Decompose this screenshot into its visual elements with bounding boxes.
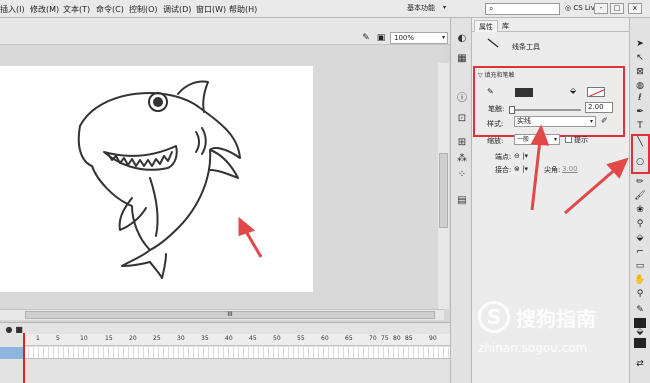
- arrow-to-line-tool: [564, 165, 619, 215]
- sogou-logo-icon: S: [478, 301, 510, 333]
- arrow-head: [238, 216, 256, 237]
- watermark-url: zhinan.sogou.com: [478, 341, 588, 355]
- arrow-to-stroke-panel: [530, 139, 542, 211]
- sogou-watermark: S 搜狗指南 zhinan.sogou.com: [478, 297, 628, 357]
- arrow-head: [530, 124, 550, 146]
- watermark-brand: 搜狗指南: [516, 307, 596, 331]
